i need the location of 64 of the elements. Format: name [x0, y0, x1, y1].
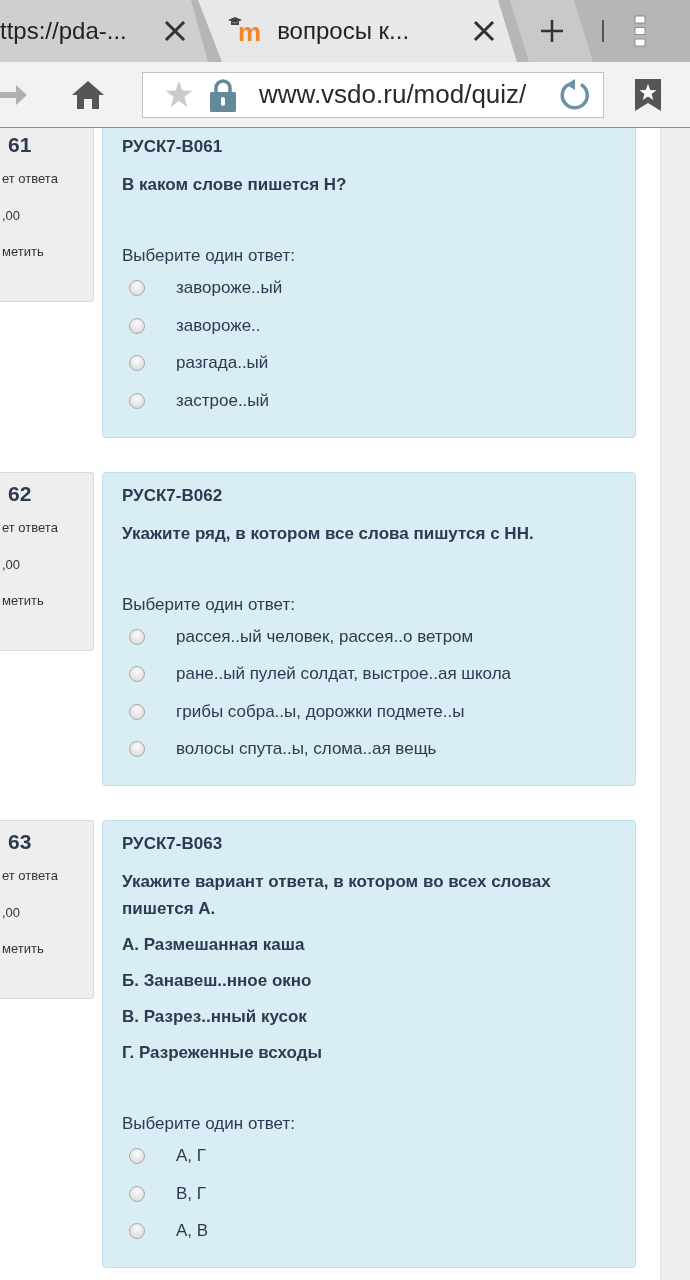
question-mark: ,00 — [2, 904, 22, 922]
star-icon[interactable] — [165, 81, 193, 108]
question-detail: А. Размешанная каша — [122, 934, 306, 956]
answer-prompt: Выберите один ответ: — [122, 1113, 296, 1135]
question-detail: Г. Разреженные всходы — [122, 1042, 324, 1064]
lock-icon — [209, 77, 237, 112]
close-icon[interactable] — [473, 20, 495, 42]
answer-prompt: Выберите один ответ: — [122, 245, 296, 267]
answer-option[interactable]: А, В — [176, 1219, 209, 1243]
address-field[interactable]: www.vsdo.ru/mod/quiz/ — [142, 71, 604, 118]
url-text[interactable]: www.vsdo.ru/mod/quiz/ — [259, 79, 527, 110]
radio-button[interactable] — [129, 1148, 145, 1164]
new-tab-button[interactable] — [510, 0, 593, 62]
answer-option[interactable]: грибы собра..ы, дорожки подмете..ы — [176, 699, 465, 724]
question-detail: В. Разрез..нный кусок — [122, 1006, 308, 1028]
answer-prompt: Выберите один ответ: — [122, 593, 296, 616]
radio-button[interactable] — [129, 392, 145, 409]
answer-option[interactable]: завороже.. — [176, 313, 261, 338]
radio-button[interactable] — [129, 703, 145, 720]
radio-button[interactable] — [129, 666, 145, 682]
radio-button[interactable] — [129, 355, 145, 371]
reload-icon[interactable] — [559, 78, 591, 111]
site-logo: m — [238, 19, 262, 45]
flag-question-link[interactable]: метить — [2, 591, 93, 610]
radio-button[interactable] — [129, 1185, 145, 1202]
answer-option[interactable]: застрое..ый — [176, 388, 270, 413]
answer-status: ет ответа — [2, 518, 59, 537]
radio-button[interactable] — [129, 280, 145, 296]
question-number: 62 — [7, 480, 33, 507]
close-icon[interactable] — [164, 20, 186, 42]
graduation-cap-icon — [228, 17, 242, 26]
menu-icon[interactable] — [634, 15, 646, 47]
plus-icon — [539, 19, 564, 43]
question-text: Укажите ряд, в котором все слова пишутся с НН. — [122, 522, 535, 545]
flag-question-link[interactable]: метить — [2, 940, 93, 958]
question-text: Укажите вариант ответа, в котором во всех словах пишется А. — [122, 871, 552, 920]
question-number: 61 — [7, 132, 33, 158]
question-number: 63 — [7, 829, 33, 855]
answer-option[interactable]: рассея..ый человек, рассея..о ветром — [176, 624, 474, 649]
radio-button[interactable] — [129, 741, 145, 757]
browser-tab[interactable]: ttps://pda-... — [0, 0, 208, 62]
answer-option[interactable]: завороже..ый — [176, 276, 283, 300]
radio-button[interactable] — [129, 1223, 145, 1239]
answer-option[interactable]: А, Г — [176, 1144, 206, 1168]
answer-option[interactable]: ране..ый пулей солдат, выстрое..ая школа — [176, 662, 512, 686]
answer-status: ет ответа — [2, 867, 59, 885]
home-icon[interactable] — [71, 79, 105, 110]
question-detail: Б. Занавеш..нное окно — [122, 970, 313, 992]
answer-status: ет ответа — [2, 170, 59, 188]
answer-option[interactable]: разгада..ый — [176, 351, 269, 375]
question-code: РУСК7-В061 — [122, 136, 224, 158]
radio-button[interactable] — [129, 628, 145, 645]
radio-button[interactable] — [129, 317, 145, 334]
bookmark-icon[interactable] — [635, 78, 661, 111]
question-text: В каком слове пишется Н? — [122, 174, 348, 196]
browser-tab[interactable]: m вопросы к... — [198, 0, 517, 62]
question-code: РУСК7-В063 — [122, 833, 224, 855]
answer-option[interactable]: В, Г — [176, 1181, 206, 1206]
flag-question-link[interactable]: метить — [2, 243, 93, 261]
question-mark: ,00 — [2, 555, 22, 574]
answer-option[interactable]: волосы спута..ы, слома..ая вещь — [176, 737, 437, 761]
question-mark: ,00 — [2, 207, 22, 225]
question-code: РУСК7-В062 — [122, 484, 224, 507]
forward-arrow-icon[interactable] — [0, 82, 28, 107]
